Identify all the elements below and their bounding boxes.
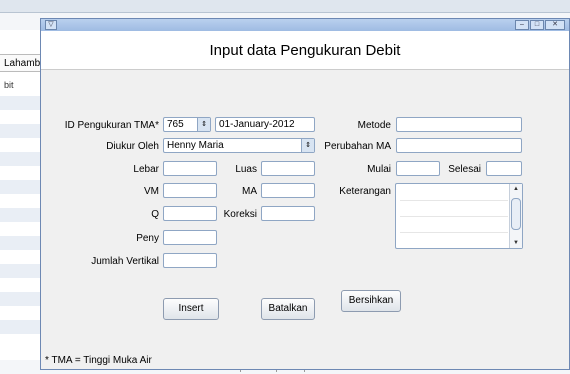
diukur-oleh-label: Diukur Oleh	[106, 141, 159, 152]
table-row[interactable]	[0, 320, 40, 334]
system-menu-icon[interactable]: ▽	[45, 20, 57, 30]
footnote: * TMA = Tinggi Muka Air	[45, 355, 152, 366]
metode-input[interactable]	[396, 117, 522, 132]
luas-label: Luas	[235, 164, 257, 175]
ma-input[interactable]	[261, 183, 315, 198]
q-label: Q	[151, 209, 159, 220]
perubahan-ma-input[interactable]	[396, 138, 522, 153]
perubahan-ma-label: Perubahan MA	[324, 141, 391, 152]
table-row[interactable]	[0, 152, 40, 166]
diukur-oleh-value: Henny Maria	[167, 140, 224, 151]
minimize-icon[interactable]: –	[515, 20, 529, 30]
table-row[interactable]	[0, 180, 40, 194]
insert-button[interactable]: Insert	[163, 298, 219, 320]
scroll-up-icon[interactable]: ▲	[510, 184, 522, 194]
scroll-down-icon[interactable]: ▼	[510, 238, 522, 248]
close-icon[interactable]: ✕	[545, 20, 565, 30]
id-pengukuran-label: ID Pengukuran TMA*	[64, 120, 159, 131]
spinner-arrows-icon[interactable]: ⇕	[197, 118, 210, 131]
background-column-header: bit	[4, 80, 14, 90]
keterangan-scrollbar[interactable]: ▲ ▼	[509, 184, 522, 248]
peny-label: Peny	[136, 233, 159, 244]
jumlah-vertikal-label: Jumlah Vertikal	[91, 256, 159, 267]
selesai-input[interactable]	[486, 161, 522, 176]
bersihkan-button[interactable]: Bersihkan	[341, 290, 401, 312]
mulai-input[interactable]	[396, 161, 440, 176]
ma-label: MA	[242, 186, 257, 197]
id-pengukuran-select[interactable]: 765 ⇕	[163, 117, 211, 132]
diukur-oleh-select[interactable]: Henny Maria ⇕	[163, 138, 315, 153]
dialog-header: Input data Pengukuran Debit	[41, 31, 569, 70]
mulai-label: Mulai	[367, 164, 391, 175]
date-field[interactable]: 01-January-2012	[215, 117, 315, 132]
dialog-titlebar[interactable]: ▽ – □ ✕	[41, 19, 569, 31]
luas-input[interactable]	[261, 161, 315, 176]
selesai-label: Selesai	[448, 164, 481, 175]
background-table-header: Lahambu	[0, 54, 46, 72]
table-row[interactable]	[0, 208, 40, 222]
scroll-thumb[interactable]	[511, 198, 521, 230]
peny-input[interactable]	[163, 230, 217, 245]
table-row[interactable]	[0, 264, 40, 278]
input-dialog: ▽ – □ ✕ Input data Pengukuran Debit ID P…	[40, 18, 570, 370]
koreksi-label: Koreksi	[223, 209, 257, 220]
table-row[interactable]	[0, 236, 40, 250]
background-table: Lahambu bit	[0, 30, 46, 360]
jumlah-vertikal-input[interactable]	[163, 253, 217, 268]
dialog-title: Input data Pengukuran Debit	[209, 42, 401, 59]
id-pengukuran-value: 765	[167, 119, 184, 130]
batalkan-button[interactable]: Batalkan	[261, 298, 315, 320]
keterangan-textarea[interactable]: ▲ ▼	[395, 183, 523, 249]
vm-label: VM	[144, 186, 159, 197]
maximize-icon[interactable]: □	[530, 20, 544, 30]
table-row[interactable]	[0, 292, 40, 306]
vm-input[interactable]	[163, 183, 217, 198]
background-window-topbar	[0, 0, 570, 13]
lebar-input[interactable]	[163, 161, 217, 176]
table-row[interactable]	[0, 96, 40, 110]
table-row[interactable]	[0, 124, 40, 138]
metode-label: Metode	[357, 120, 391, 131]
koreksi-input[interactable]	[261, 206, 315, 221]
keterangan-label: Keterangan	[339, 186, 391, 197]
lebar-label: Lebar	[133, 164, 159, 175]
q-input[interactable]	[163, 206, 217, 221]
